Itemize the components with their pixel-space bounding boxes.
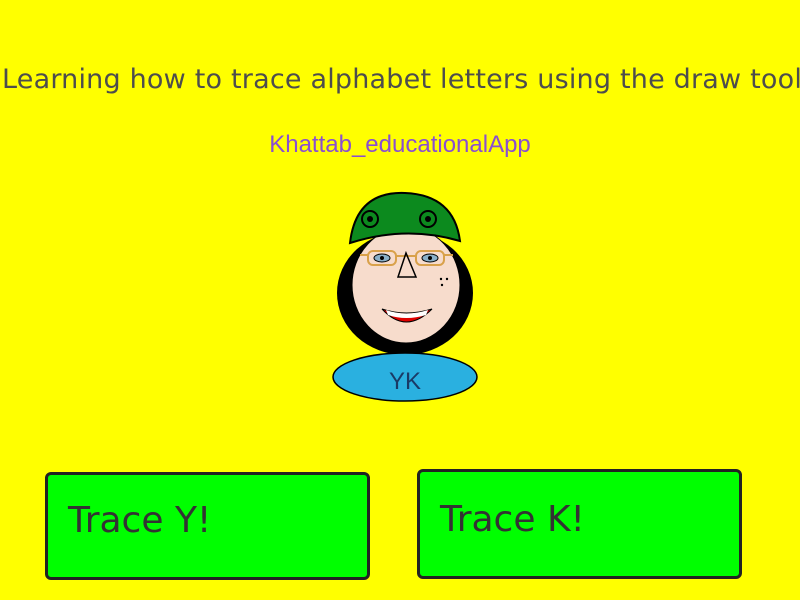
mascot-character[interactable]: YK	[320, 185, 490, 410]
hat-button-right-dot	[425, 216, 431, 222]
mascot-drawing: YK	[332, 191, 478, 402]
app-title: Khattab_educationalApp	[269, 131, 531, 158]
instruction-text: Learning how to trace alphabet letters u…	[2, 64, 800, 95]
mascot-face	[351, 226, 461, 344]
trace-y-button-label: Trace Y!	[68, 500, 212, 541]
name-badge-initials: YK	[389, 368, 421, 395]
trace-k-button-label: Trace K!	[440, 499, 585, 540]
app-screen: Learning how to trace alphabet letters u…	[0, 0, 800, 600]
trace-k-button[interactable]: Trace K!	[417, 469, 742, 579]
trace-y-button[interactable]: Trace Y!	[45, 472, 370, 580]
hat-button-left-dot	[367, 216, 373, 222]
